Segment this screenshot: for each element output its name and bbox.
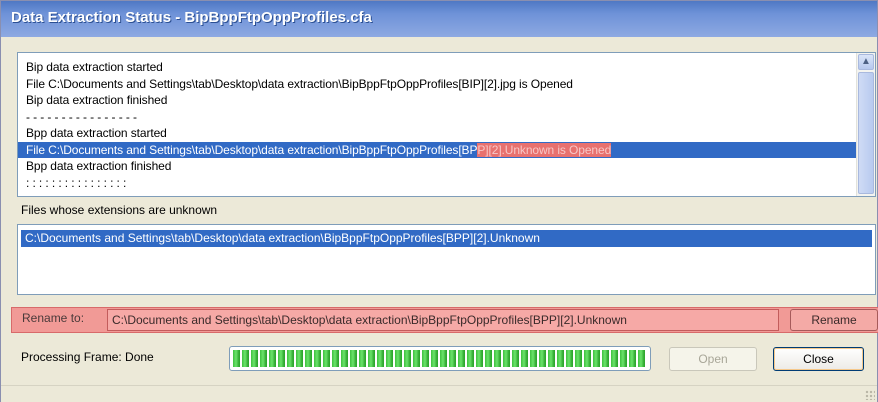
data-extraction-status-window: Data Extraction Status - BipBppFtpOppPro… (0, 0, 878, 402)
progress-bar (229, 346, 651, 371)
unknown-file-item[interactable]: C:\Documents and Settings\tab\Desktop\da… (21, 230, 872, 247)
unknown-files-list[interactable]: C:\Documents and Settings\tab\Desktop\da… (17, 224, 876, 295)
selected-line-text: File C:\Documents and Settings\tab\Deskt… (26, 142, 478, 157)
window-title: Data Extraction Status - BipBppFtpOppPro… (11, 9, 372, 26)
log-scrollbar[interactable]: ▲ (856, 53, 875, 196)
scroll-up-icon[interactable]: ▲ (858, 54, 874, 70)
rename-label: Rename to: (22, 311, 85, 325)
selected-line-highlight: P][2].Unknown is Opened (477, 142, 612, 157)
progress-fill (233, 350, 647, 367)
log-line[interactable]: Bip data extraction finished (18, 92, 856, 109)
resize-grip-icon[interactable] (865, 390, 875, 400)
unknown-files-label: Files whose extensions are unknown (21, 203, 218, 217)
log-line[interactable]: Bpp data extraction started (18, 125, 856, 142)
log-line[interactable]: - - - - - - - - - - - - - - - - (18, 109, 856, 126)
log-lines: Bip data extraction started File C:\Docu… (18, 59, 856, 191)
extraction-log-list[interactable]: Bip data extraction started File C:\Docu… (17, 52, 876, 197)
scroll-thumb[interactable] (858, 72, 874, 194)
log-line-selected[interactable]: File C:\Documents and Settings\tab\Deskt… (18, 141, 856, 158)
log-line[interactable]: Bpp data extraction finished (18, 158, 856, 175)
status-bar (1, 385, 877, 402)
log-line[interactable]: : : : : : : : : : : : : : : : : (18, 175, 856, 192)
rename-input[interactable]: C:\Documents and Settings\tab\Desktop\da… (107, 309, 779, 331)
close-button[interactable]: Close (773, 347, 864, 371)
open-button[interactable]: Open (669, 347, 757, 371)
rename-button[interactable]: Rename (790, 309, 878, 331)
processing-status-label: Processing Frame: Done (21, 350, 154, 364)
log-line[interactable]: File C:\Documents and Settings\tab\Deskt… (18, 76, 856, 93)
title-bar[interactable]: Data Extraction Status - BipBppFtpOppPro… (1, 1, 877, 37)
rename-row: Rename to: C:\Documents and Settings\tab… (11, 307, 878, 333)
log-line[interactable]: Bip data extraction started (18, 59, 856, 76)
